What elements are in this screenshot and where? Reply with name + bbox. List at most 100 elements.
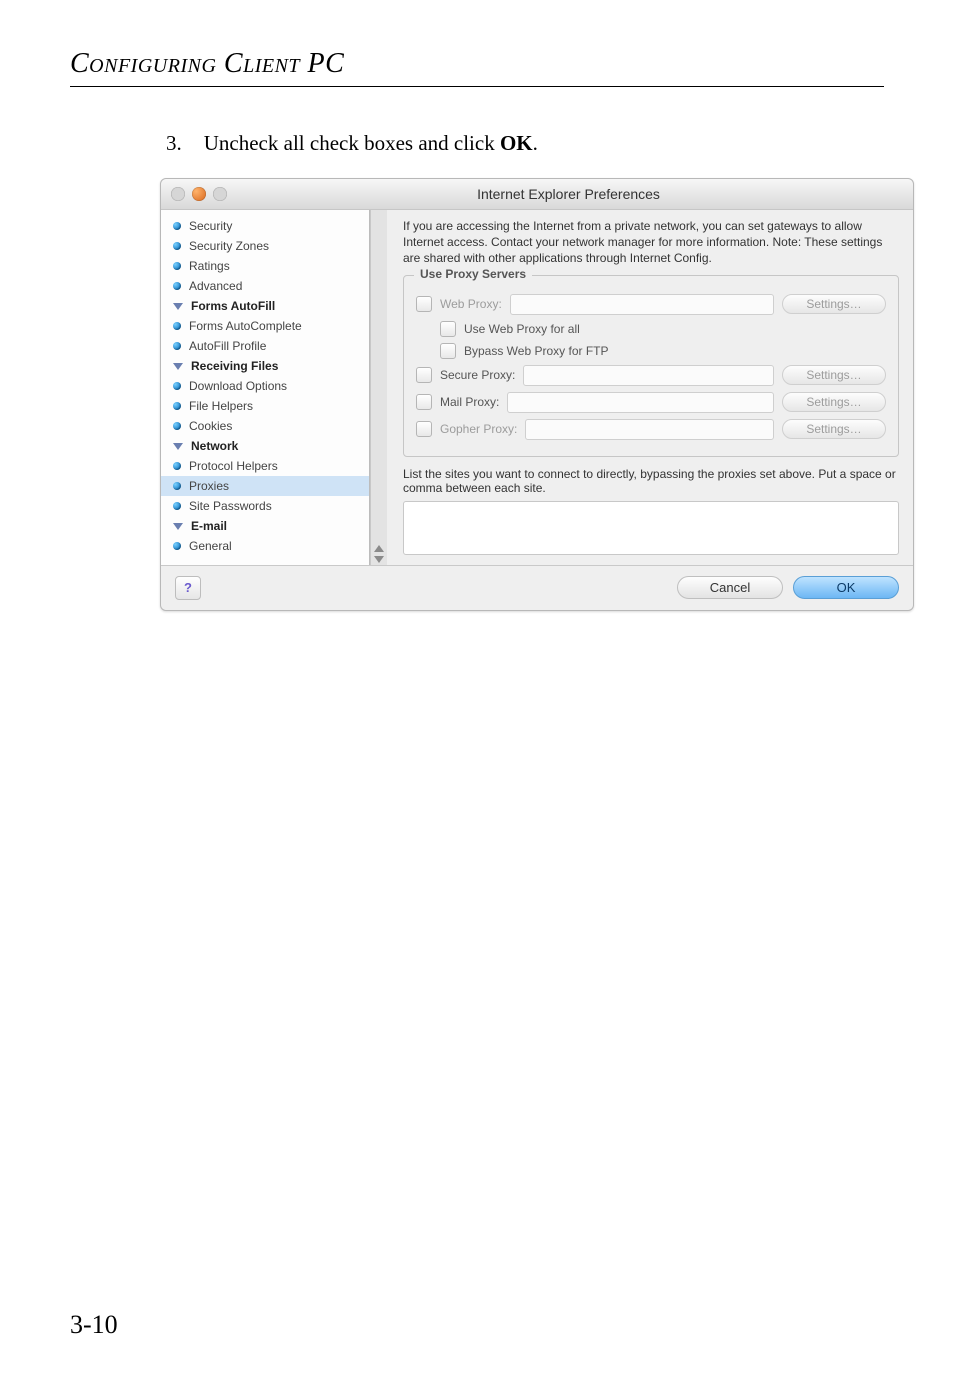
- bypass-sites-textarea[interactable]: [403, 501, 899, 555]
- cancel-button[interactable]: Cancel: [677, 576, 783, 599]
- sidebar-item-label: Protocol Helpers: [189, 459, 278, 473]
- sidebar-item-general[interactable]: General: [161, 536, 369, 556]
- mail-proxy-label: Mail Proxy:: [440, 395, 499, 409]
- secure-proxy-checkbox[interactable]: [416, 367, 432, 383]
- item-bullet-icon: [173, 482, 181, 490]
- preferences-sidebar[interactable]: Security Security Zones Ratings Advanced For…: [161, 210, 370, 565]
- item-bullet-icon: [173, 242, 181, 250]
- sidebar-item-security[interactable]: Security: [161, 216, 369, 236]
- item-bullet-icon: [173, 222, 181, 230]
- sidebar-item-label: Forms AutoFill: [191, 299, 275, 313]
- secure-proxy-input[interactable]: [523, 365, 774, 386]
- ok-button[interactable]: OK: [793, 576, 899, 599]
- web-proxy-label: Web Proxy:: [440, 297, 502, 311]
- gopher-proxy-row: Gopher Proxy: Settings…: [416, 419, 886, 440]
- dialog-footer: ? Cancel OK: [161, 565, 913, 610]
- sidebar-scrollbar[interactable]: [370, 210, 387, 565]
- item-bullet-icon: [173, 382, 181, 390]
- gopher-proxy-settings-button[interactable]: Settings…: [782, 419, 886, 439]
- sidebar-item-cookies[interactable]: Cookies: [161, 416, 369, 436]
- sidebar-item-label: Security Zones: [189, 239, 269, 253]
- intro-text: If you are accessing the Internet from a…: [403, 218, 899, 267]
- page-number: 3-10: [70, 1310, 118, 1340]
- mail-proxy-row: Mail Proxy: Settings…: [416, 392, 886, 413]
- item-bullet-icon: [173, 502, 181, 510]
- web-proxy-input[interactable]: [510, 294, 774, 315]
- mail-proxy-checkbox[interactable]: [416, 394, 432, 410]
- heading-word: Configuring: [70, 48, 216, 79]
- step-text: Uncheck all check boxes and click OK.: [204, 131, 538, 156]
- web-proxy-all-checkbox[interactable]: [440, 321, 456, 337]
- sidebar-group-network[interactable]: Network: [161, 436, 369, 456]
- sidebar-item-file-helpers[interactable]: File Helpers: [161, 396, 369, 416]
- disclosure-triangle-icon: [173, 443, 183, 450]
- item-bullet-icon: [173, 462, 181, 470]
- step-number: 3.: [166, 131, 182, 156]
- minimize-icon[interactable]: [192, 187, 206, 201]
- preferences-content: If you are accessing the Internet from a…: [387, 210, 913, 565]
- instruction-step: 3. Uncheck all check boxes and click OK.: [166, 131, 884, 156]
- sidebar-item-label: E-mail: [191, 519, 227, 533]
- web-proxy-row: Web Proxy: Settings…: [416, 294, 886, 315]
- page-title: Configuring Client PC: [70, 48, 884, 80]
- gopher-proxy-label: Gopher Proxy:: [440, 422, 517, 436]
- item-bullet-icon: [173, 402, 181, 410]
- preferences-window: Internet Explorer Preferences SecuritySe…: [160, 178, 914, 611]
- item-bullet-icon: [173, 422, 181, 430]
- group-legend: Use Proxy Servers: [414, 267, 532, 281]
- sidebar-item-label: Site Passwords: [189, 499, 272, 513]
- item-bullet-icon: [173, 322, 181, 330]
- sidebar-group-e-mail[interactable]: E-mail: [161, 516, 369, 536]
- scroll-up-icon[interactable]: [374, 545, 384, 552]
- sidebar-item-label: Download Options: [189, 379, 287, 393]
- sidebar-item-protocol-helpers[interactable]: Protocol Helpers: [161, 456, 369, 476]
- item-bullet-icon: [173, 282, 181, 290]
- sidebar-item-label: Proxies: [189, 479, 229, 493]
- heading-word: PC: [308, 48, 345, 79]
- web-proxy-all-row: Use Web Proxy for all: [440, 321, 886, 337]
- zoom-icon[interactable]: [213, 187, 227, 201]
- close-icon[interactable]: [171, 187, 185, 201]
- help-button[interactable]: ?: [175, 576, 201, 600]
- web-proxy-checkbox[interactable]: [416, 296, 432, 312]
- gopher-proxy-checkbox[interactable]: [416, 421, 432, 437]
- mail-proxy-input[interactable]: [507, 392, 774, 413]
- sidebar-item-label: Advanced: [189, 279, 242, 293]
- bypass-ftp-label: Bypass Web Proxy for FTP: [464, 344, 609, 358]
- heading-word: Client: [224, 48, 300, 79]
- sidebar-item-forms-autocomplete[interactable]: Forms AutoComplete: [161, 316, 369, 336]
- disclosure-triangle-icon: [173, 523, 183, 530]
- sidebar-group-forms-autofill[interactable]: Forms AutoFill: [161, 296, 369, 316]
- sidebar-item-proxies[interactable]: Proxies: [161, 476, 369, 496]
- sidebar-item-autofill-profile[interactable]: AutoFill Profile: [161, 336, 369, 356]
- title-divider: [70, 86, 884, 87]
- sidebar-item-advanced[interactable]: Advanced: [161, 276, 369, 296]
- sidebar-item-label: Forms AutoComplete: [189, 319, 302, 333]
- sidebar-item-label: Ratings: [189, 259, 230, 273]
- sidebar-item-label: File Helpers: [189, 399, 253, 413]
- mail-proxy-settings-button[interactable]: Settings…: [782, 392, 886, 412]
- sidebar-item-label: Receiving Files: [191, 359, 278, 373]
- bypass-sites-label: List the sites you want to connect to di…: [403, 467, 899, 495]
- window-titlebar[interactable]: Internet Explorer Preferences: [161, 179, 913, 210]
- disclosure-triangle-icon: [173, 303, 183, 310]
- sidebar-item-site-passwords[interactable]: Site Passwords: [161, 496, 369, 516]
- web-proxy-all-label: Use Web Proxy for all: [464, 322, 580, 336]
- sidebar-item-label: General: [189, 539, 232, 553]
- sidebar-item-security-zones[interactable]: Security Zones: [161, 236, 369, 256]
- secure-proxy-settings-button[interactable]: Settings…: [782, 365, 886, 385]
- secure-proxy-label: Secure Proxy:: [440, 368, 515, 382]
- sidebar-item-download-options[interactable]: Download Options: [161, 376, 369, 396]
- sidebar-item-ratings[interactable]: Ratings: [161, 256, 369, 276]
- sidebar-item-label: Network: [191, 439, 238, 453]
- use-proxy-servers-group: Use Proxy Servers Web Proxy: Settings… U…: [403, 275, 899, 457]
- sidebar-group-receiving-files[interactable]: Receiving Files: [161, 356, 369, 376]
- scroll-down-icon[interactable]: [374, 556, 384, 563]
- sidebar-item-label: Cookies: [189, 419, 232, 433]
- web-proxy-settings-button[interactable]: Settings…: [782, 294, 886, 314]
- gopher-proxy-input[interactable]: [525, 419, 774, 440]
- bypass-ftp-checkbox[interactable]: [440, 343, 456, 359]
- sidebar-item-label: AutoFill Profile: [189, 339, 266, 353]
- document-page: Configuring Client PC 3. Uncheck all che…: [0, 0, 954, 1388]
- disclosure-triangle-icon: [173, 363, 183, 370]
